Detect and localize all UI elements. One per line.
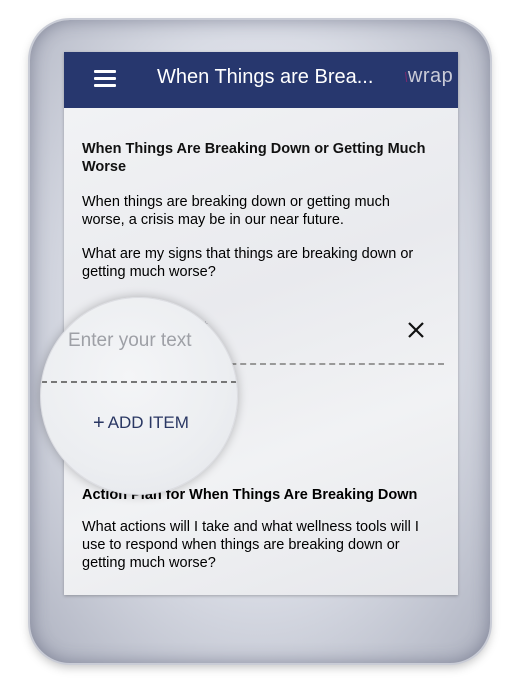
section-1-question: What are my signs that things are breaki… [82, 246, 414, 280]
signs-text-input[interactable] [68, 330, 228, 352]
add-item-label: ADD ITEM [107, 413, 189, 432]
page-title: When Things are Brea... [157, 66, 374, 88]
section-2-question: What actions will I take and what wellne… [82, 519, 419, 571]
magnified-input-underline [41, 381, 237, 383]
hamburger-menu-icon[interactable] [94, 69, 116, 87]
app-bar: When Things are Brea... \wrap [64, 52, 458, 108]
magnifier-callout: +ADD ITEM [40, 297, 238, 495]
close-icon[interactable] [406, 320, 426, 340]
logo-text: wrap [407, 65, 454, 87]
add-item-button[interactable]: + ADD ITEM [93, 412, 189, 435]
section-1-description: When things are breaking down or getting… [82, 194, 390, 228]
section-1-heading: When Things Are Breaking Down or Getting… [82, 140, 444, 176]
wrap-logo: \wrap [404, 65, 453, 89]
section-1-title: When Things Are Breaking Down or Getting… [82, 141, 426, 175]
plus-icon: + [93, 412, 105, 434]
